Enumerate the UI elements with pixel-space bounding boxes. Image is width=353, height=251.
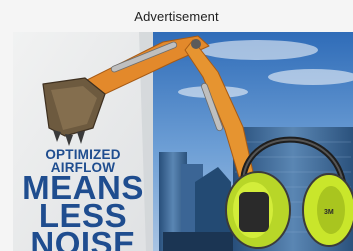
advertisement-label: Advertisement (134, 8, 219, 24)
ad-banner[interactable]: 3M OPTIMIZED AIRFLOW MEANS LESS NOISE (13, 32, 353, 251)
earmuff-brand-mark: 3M (324, 209, 334, 216)
ad-headline: OPTIMIZED AIRFLOW MEANS LESS NOISE (13, 148, 153, 251)
headline-line-5: NOISE (30, 225, 136, 251)
